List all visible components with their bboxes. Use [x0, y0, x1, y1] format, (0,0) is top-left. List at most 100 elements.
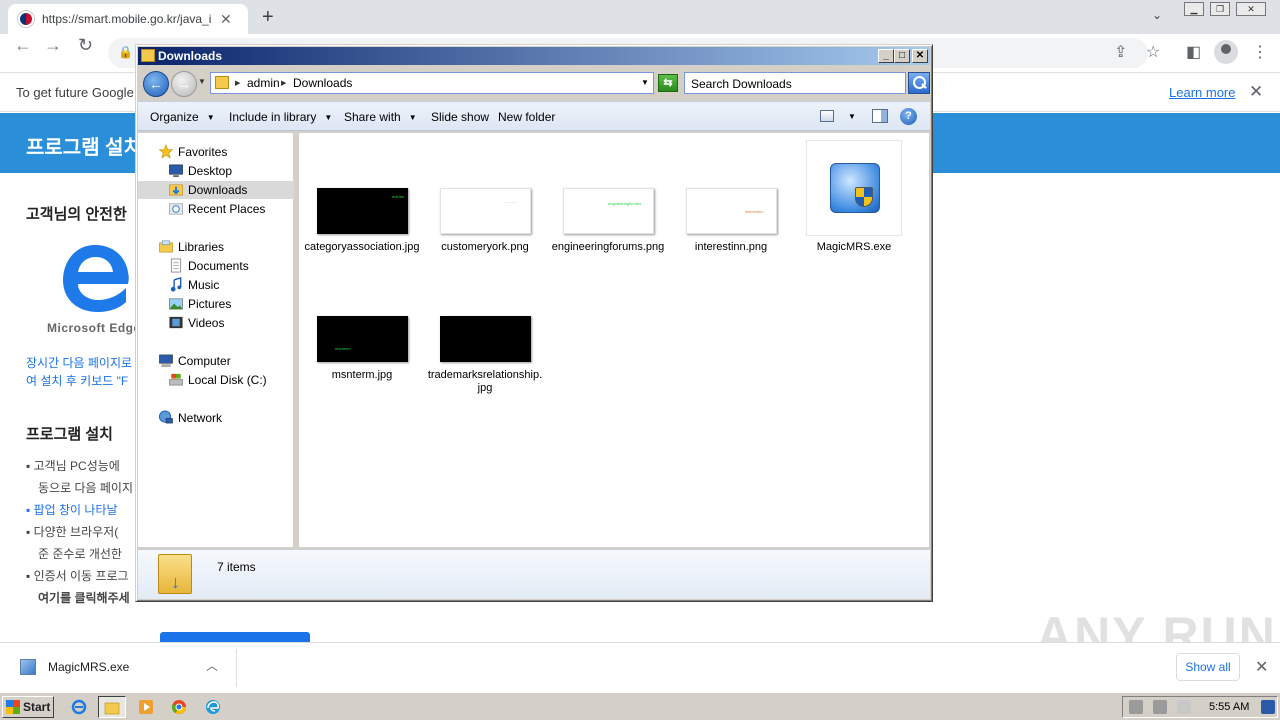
reload-icon[interactable]: ↻ [78, 35, 94, 55]
nav-documents[interactable]: Documents [138, 257, 294, 275]
breadcrumb-caret-icon[interactable]: ▶ [281, 79, 286, 87]
back-arrow-icon[interactable]: ← [14, 35, 32, 55]
file-item[interactable]: interestinn interestinn.png [673, 185, 789, 313]
infobar-close-icon[interactable]: ✕ [1249, 82, 1263, 102]
tab-search-chevron-icon[interactable]: ⌄ [1152, 8, 1162, 22]
desktop-icon [169, 164, 183, 178]
uac-shield-icon [855, 187, 873, 207]
download-item-name[interactable]: MagicMRS.exe [48, 660, 129, 674]
forward-arrow-icon[interactable]: → [44, 35, 62, 55]
browser-restore-button[interactable]: ❐ [1210, 2, 1230, 16]
taskbar-chrome[interactable] [166, 696, 194, 718]
file-item[interactable]: msnterm msnterm.jpg [304, 313, 420, 441]
profile-avatar-icon[interactable] [1214, 40, 1238, 64]
organize-menu[interactable]: Organize ▼ [150, 110, 215, 124]
page-line: ▪ 고객님 PC성능에 [26, 459, 120, 473]
address-dropdown-icon[interactable]: ▼ [641, 78, 649, 87]
taskbar-edge[interactable] [200, 696, 228, 718]
new-folder-button[interactable]: New folder [498, 110, 555, 124]
chrome-tab-strip: https://smart.mobile.go.kr/java_inst ✕ +… [0, 0, 1280, 34]
share-icon[interactable]: ⇪ [1114, 42, 1127, 62]
nav-computer[interactable]: Computer [138, 352, 294, 370]
file-name: trademarksrelationship.jpg [427, 369, 543, 394]
nav-downloads[interactable]: Downloads [138, 181, 294, 199]
search-input[interactable]: Search Downloads [684, 72, 906, 94]
chevron-up-icon[interactable]: ︿ [206, 657, 218, 674]
nav-desktop[interactable]: Desktop [138, 162, 294, 180]
computer-icon [159, 354, 173, 368]
views-dropdown-icon[interactable]: ▼ [848, 112, 856, 121]
nav-libraries[interactable]: Libraries [138, 238, 294, 256]
breadcrumb-admin[interactable]: admin [247, 76, 280, 90]
image-thumbnail [440, 316, 531, 362]
image-thumbnail: ——— [440, 188, 531, 234]
lock-icon[interactable]: 🔒 [118, 45, 133, 59]
nav-videos[interactable]: Videos [138, 314, 294, 332]
browser-close-button[interactable]: ✕ [1236, 2, 1266, 16]
documents-icon [170, 258, 182, 273]
forward-button[interactable]: → [171, 71, 197, 97]
search-placeholder: Search Downloads [691, 77, 792, 91]
browser-minimize-button[interactable]: ▁ [1184, 2, 1204, 16]
refresh-button[interactable]: ⇆ [658, 74, 678, 92]
action-center-icon[interactable] [1177, 700, 1191, 714]
shelf-close-icon[interactable]: ✕ [1255, 657, 1268, 677]
search-icon[interactable] [908, 72, 930, 94]
nav-favorites[interactable]: Favorites [138, 143, 294, 161]
file-item[interactable]: engineeringforums engineeringforums.png [550, 185, 666, 313]
new-tab-button[interactable]: + [262, 6, 274, 29]
libraries-icon [159, 240, 173, 253]
page-line[interactable]: ▪ 팝업 창이 나타날 [26, 501, 118, 518]
file-item[interactable]: ——— customeryork.png [427, 185, 543, 313]
file-name: customeryork.png [441, 241, 529, 253]
volume-icon[interactable] [1129, 700, 1143, 714]
include-in-library-menu[interactable]: Include in library ▼ [229, 110, 332, 124]
close-button[interactable]: ✕ [912, 49, 928, 63]
taskbar-ie[interactable] [66, 696, 94, 718]
back-button[interactable]: ← [143, 71, 169, 97]
preview-pane-icon[interactable] [872, 109, 888, 123]
maximize-button[interactable]: □ [894, 49, 910, 63]
change-view-icon[interactable] [820, 110, 834, 122]
bookmark-star-icon[interactable]: ☆ [1146, 42, 1160, 62]
file-list: entries categoryassociation.jpg ——— cust… [299, 133, 929, 547]
nav-local-disk[interactable]: Local Disk (C:) [138, 371, 294, 389]
show-all-button[interactable]: Show all [1176, 653, 1240, 681]
tab-close-icon[interactable]: ✕ [220, 11, 232, 28]
local-disk-icon [169, 373, 183, 386]
nav-network-label: Network [178, 411, 223, 425]
infobar-message: To get future Google [16, 85, 134, 100]
taskbar-explorer[interactable] [98, 696, 126, 718]
file-item[interactable]: trademarksrelationship.jpg [427, 313, 543, 441]
breadcrumb-caret-icon[interactable]: ▶ [235, 79, 240, 87]
minimize-button[interactable]: _ [878, 49, 894, 63]
browser-tab[interactable]: https://smart.mobile.go.kr/java_inst ✕ [8, 4, 248, 34]
menu-kebab-icon[interactable]: ⋮ [1252, 42, 1268, 62]
learn-more-link[interactable]: Learn more [1169, 85, 1235, 100]
taskbar-media-player[interactable] [133, 696, 161, 718]
share-with-menu[interactable]: Share with ▼ [344, 110, 417, 124]
nav-music[interactable]: Music [138, 276, 294, 294]
nav-computer-label: Computer [178, 354, 231, 368]
breadcrumb-downloads[interactable]: Downloads [293, 76, 352, 90]
nav-network[interactable]: Network [138, 409, 294, 427]
page-banner-title: 프로그램 설치 [26, 137, 142, 159]
nav-pictures[interactable]: Pictures [138, 295, 294, 313]
file-item[interactable]: MagicMRS.exe [796, 140, 912, 268]
help-icon[interactable]: ? [900, 108, 917, 125]
show-desktop-icon[interactable] [1261, 700, 1275, 714]
slide-show-button[interactable]: Slide show [431, 110, 489, 124]
page-click-here-link[interactable]: 여기를 클릭해주세 [38, 589, 130, 606]
side-panel-icon[interactable]: ◧ [1186, 42, 1201, 62]
nav-recent-places[interactable]: Recent Places [138, 200, 294, 218]
window-title: Downloads [158, 49, 223, 63]
folder-icon [141, 49, 155, 62]
recent-pages-chevron-icon[interactable]: ▼ [198, 77, 206, 86]
window-titlebar[interactable]: Downloads _ □ ✕ [138, 47, 930, 65]
windows-logo-icon [6, 700, 20, 714]
file-item[interactable]: entries categoryassociation.jpg [304, 185, 420, 313]
start-button[interactable]: Start [2, 696, 54, 718]
network-tray-icon[interactable] [1153, 700, 1167, 714]
thumbnail-text: interestinn [745, 209, 764, 214]
address-bar[interactable]: ▶ admin ▶ Downloads ▼ [210, 72, 654, 94]
